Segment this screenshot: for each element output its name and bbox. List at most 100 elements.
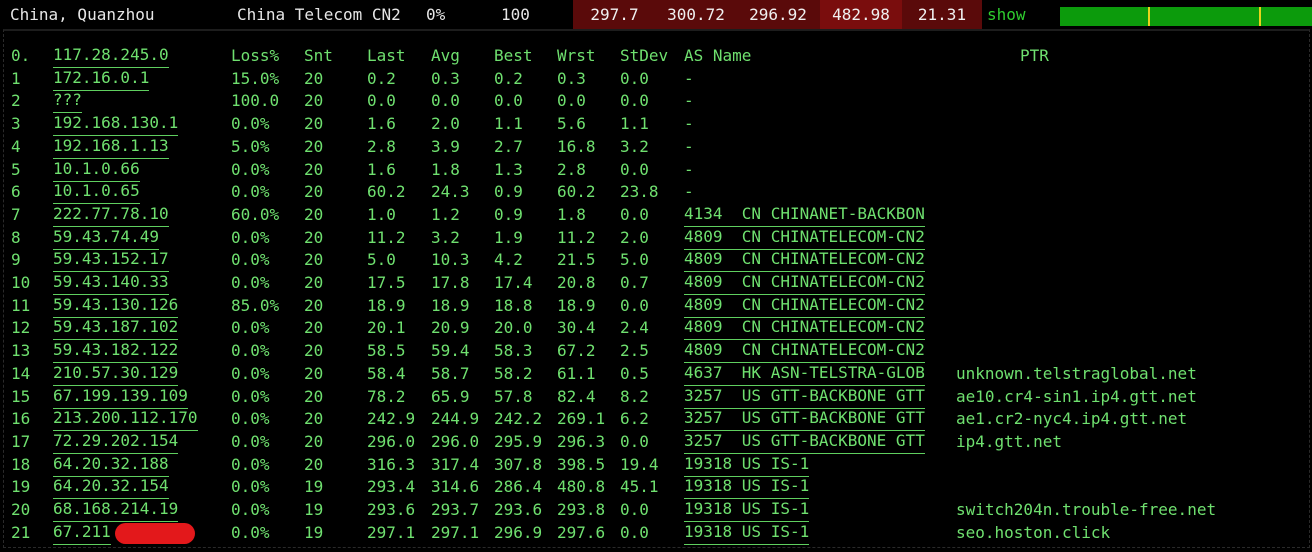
hop-as-link[interactable]: 4809 CN CHINATELECOM-CN2 <box>684 249 925 273</box>
hop-number: 4 <box>11 136 21 156</box>
hop-number: 12 <box>11 318 31 338</box>
hop-host-link[interactable]: 10.1.0.65 <box>53 181 140 205</box>
hop-avg: 59.4 <box>431 341 470 361</box>
hop-best: 20.0 <box>494 318 533 338</box>
hop-worst: 18.9 <box>557 295 596 315</box>
hop-last: 1.6 <box>367 159 396 179</box>
hop-host-link[interactable]: 64.20.32.154 <box>53 476 169 500</box>
hop-number: 7 <box>11 204 21 224</box>
hop-sent: 20 <box>304 341 324 361</box>
hop-as-link[interactable]: 4637 HK ASN-TELSTRA-GLOB <box>684 363 925 386</box>
hop-sent: 20 <box>304 454 324 474</box>
hop-stdev: 0.0 <box>620 204 649 224</box>
hop-worst: 20.8 <box>557 273 596 292</box>
hop-last: 5.0 <box>367 250 396 270</box>
hop-stdev: 2.4 <box>620 318 649 338</box>
hop-loss: 0.0% <box>231 431 270 451</box>
hop-host-link[interactable]: 222.77.78.10 <box>53 204 169 227</box>
node-location: China, Quanzhou <box>10 5 155 24</box>
hop-host-link[interactable]: 10.1.0.66 <box>53 159 140 182</box>
hop-last: 293.6 <box>367 500 416 519</box>
hop-worst: 293.8 <box>557 500 606 519</box>
hop-stdev: 45.1 <box>620 477 659 497</box>
graph-marker <box>1259 7 1261 26</box>
hop-last: 17.5 <box>367 273 406 292</box>
hop-host-link[interactable]: 67.211 <box>53 522 111 545</box>
hop-stdev: 6.2 <box>620 409 649 429</box>
hop-sent: 19 <box>304 522 324 542</box>
col-ptr-header: PTR <box>1020 46 1049 65</box>
node-loss: 0% <box>426 5 446 24</box>
hop-best: 2.7 <box>494 136 523 156</box>
hop-avg: 3.2 <box>431 227 460 247</box>
hop-as-link[interactable]: 19318 US IS-1 <box>684 476 810 500</box>
hop-host-link[interactable]: ??? <box>53 90 82 114</box>
hop-host-link[interactable]: 213.200.112.170 <box>53 408 198 432</box>
hop-as-link[interactable]: 4809 CN CHINATELECOM-CN2 <box>684 340 925 364</box>
hop-number: 16 <box>11 409 31 429</box>
hop-as: - <box>684 136 694 156</box>
hop-as-link[interactable]: 3257 US GTT-BACKBONE GTT <box>684 386 925 409</box>
hop-as-link[interactable]: 19318 US IS-1 <box>684 522 810 545</box>
hop-host-link[interactable]: 64.20.32.188 <box>53 454 169 477</box>
target-host-link[interactable]: 117.28.245.0 <box>53 45 169 68</box>
hop-host-link[interactable]: 59.43.130.126 <box>53 295 179 318</box>
hop-as-link[interactable]: 3257 US GTT-BACKBONE GTT <box>684 408 925 432</box>
hop-host-link[interactable]: 192.168.130.1 <box>53 113 179 137</box>
hop-best: 58.3 <box>494 341 533 361</box>
hop-avg: 20.9 <box>431 318 470 338</box>
node-summary-bar: China, Quanzhou China Telecom CN2 0% 100… <box>0 0 1312 29</box>
hop-sent: 19 <box>304 477 324 497</box>
hop-stdev: 1.1 <box>620 114 649 134</box>
hop-best: 0.2 <box>494 68 523 88</box>
hop-loss: 0.0% <box>231 341 270 361</box>
hop-last: 1.6 <box>367 114 396 134</box>
hop-host-link[interactable]: 67.199.139.109 <box>53 386 188 409</box>
hop-stdev: 0.0 <box>620 500 649 519</box>
hop-loss: 0.0% <box>231 227 270 247</box>
hop-number: 8 <box>11 227 21 247</box>
hop-loss: 0.0% <box>231 250 270 270</box>
hop-best: 18.8 <box>494 295 533 315</box>
hop-as-link[interactable]: 4809 CN CHINATELECOM-CN2 <box>684 272 925 295</box>
hop-as-link[interactable]: 4809 CN CHINATELECOM-CN2 <box>684 227 925 250</box>
stat-last: 297.7 <box>573 0 656 29</box>
hop-as-link[interactable]: 4134 CN CHINANET-BACKBON <box>684 204 925 227</box>
hop-last: 316.3 <box>367 454 416 474</box>
hop-host-link[interactable]: 172.16.0.1 <box>53 68 150 91</box>
hop-host-link[interactable]: 59.43.140.33 <box>53 272 169 295</box>
hop-as-link[interactable]: 4809 CN CHINATELECOM-CN2 <box>684 295 925 318</box>
hop-host-link[interactable]: 59.43.152.17 <box>53 249 169 273</box>
hop-host-link[interactable]: 210.57.30.129 <box>53 363 179 386</box>
hop-avg: 18.9 <box>431 295 470 315</box>
hop-host-link[interactable]: 192.168.1.13 <box>53 136 169 159</box>
hop-ptr: ip4.gtt.net <box>956 431 1062 451</box>
hop-host-link[interactable]: 59.43.74.49 <box>53 227 159 250</box>
hop-best: 1.3 <box>494 159 523 179</box>
hop-best: 242.2 <box>494 409 543 429</box>
hop-loss: 85.0% <box>231 295 280 315</box>
latency-graph <box>1060 7 1312 26</box>
hop-as-link[interactable]: 19318 US IS-1 <box>684 454 810 477</box>
hop-host-link[interactable]: 59.43.182.122 <box>53 340 179 364</box>
show-details-link[interactable]: show <box>987 0 1026 29</box>
hop-as-link[interactable]: 3257 US GTT-BACKBONE GTT <box>684 431 925 454</box>
hop-last: 1.0 <box>367 204 396 224</box>
hop-as: - <box>684 91 694 111</box>
hop-as-link[interactable]: 19318 US IS-1 <box>684 499 810 522</box>
hop-stdev: 0.0 <box>620 431 649 451</box>
hop-number: 9 <box>11 250 21 270</box>
hop-sent: 20 <box>304 136 324 156</box>
hop-worst: 0.3 <box>557 68 586 88</box>
hop-as-link[interactable]: 4809 CN CHINATELECOM-CN2 <box>684 317 925 341</box>
hop-number: 21 <box>11 522 31 542</box>
hop-host-link[interactable]: 72.29.202.154 <box>53 431 179 454</box>
hop-host-link[interactable]: 59.43.187.102 <box>53 317 179 341</box>
hop-stdev: 0.7 <box>620 273 649 292</box>
hop-worst: 0.0 <box>557 91 586 111</box>
hop-sent: 20 <box>304 273 324 292</box>
hop-number: 18 <box>11 454 31 474</box>
hop-number: 5 <box>11 159 21 179</box>
stat-avg-value: 300.72 <box>667 5 725 24</box>
hop-host-link[interactable]: 68.168.214.19 <box>53 499 179 522</box>
